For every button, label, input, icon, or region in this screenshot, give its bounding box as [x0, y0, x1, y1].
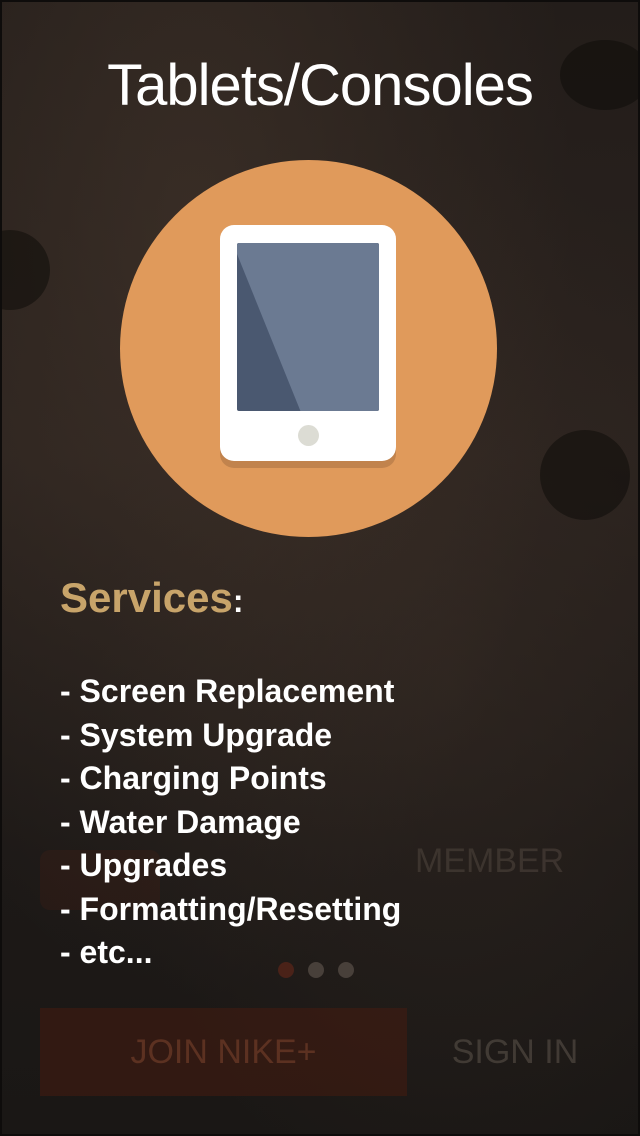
background-member-text: MEMBER — [415, 842, 565, 880]
list-item: - Screen Replacement — [60, 673, 395, 709]
palm-silhouette — [0, 230, 50, 310]
services-heading-colon: : — [232, 583, 244, 619]
list-item: - System Upgrade — [60, 716, 333, 753]
list-item: - Upgrades — [60, 847, 228, 883]
tablet-icon — [220, 225, 396, 461]
screen-shine — [237, 243, 379, 411]
page-dot[interactable] — [308, 962, 324, 978]
page-dot[interactable] — [338, 962, 354, 978]
join-button[interactable]: JOIN NIKE+ — [40, 1008, 407, 1096]
page-indicator — [278, 962, 354, 978]
list-item: - Formatting/Resetting — [60, 890, 402, 927]
page-dot[interactable] — [278, 962, 294, 978]
list-item: - Water Damage — [60, 803, 301, 840]
list-item: - Charging Points — [60, 760, 327, 796]
palm-silhouette — [540, 430, 630, 520]
services-heading-label: Services — [60, 574, 233, 621]
page-title: Tablets/Consoles — [107, 53, 534, 118]
sign-in-button[interactable]: SIGN IN — [430, 1008, 600, 1096]
services-heading: Services: — [60, 574, 243, 622]
services-list: - Screen Replacement - System Upgrade - … — [60, 670, 401, 975]
tablet-screen — [237, 243, 379, 411]
tablet-home-button — [298, 425, 319, 446]
